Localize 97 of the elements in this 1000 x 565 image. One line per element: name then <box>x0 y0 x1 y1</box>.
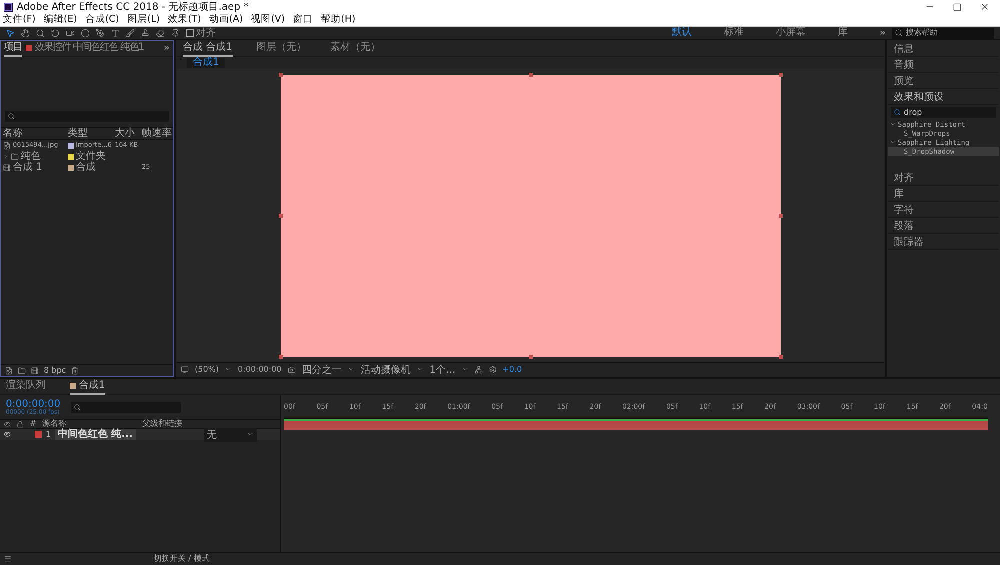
toggle-switches-modes-button[interactable]: 切换开关 / 模式 <box>154 555 210 563</box>
panel-header[interactable]: 字符 <box>888 202 999 218</box>
menu-item[interactable]: 帮助(H) <box>321 15 356 25</box>
project-item[interactable]: 纯色 <box>21 152 41 162</box>
app-logo-icon <box>4 2 13 12</box>
more-workspaces-button[interactable]: » <box>880 28 886 38</box>
column-header: # <box>30 420 37 428</box>
menu-item[interactable]: 编辑(E) <box>44 15 78 25</box>
type-tool-icon[interactable] <box>111 28 120 38</box>
viewer-tab[interactable]: 图层（无） <box>256 40 307 56</box>
snapshot-icon[interactable] <box>288 366 296 374</box>
image-file-icon <box>3 142 11 150</box>
project-search-icon[interactable] <box>8 113 15 120</box>
current-timecode[interactable]: 0:00:00:00 <box>6 398 61 410</box>
column-header[interactable]: 名称 <box>3 128 23 138</box>
menu-item[interactable]: 文件(F) <box>3 15 36 25</box>
caret-icon <box>416 366 424 373</box>
label-color-swatch[interactable] <box>35 431 42 438</box>
align-checkbox[interactable]: 对齐 <box>186 26 216 40</box>
panel-header[interactable]: 跟踪器 <box>888 234 999 250</box>
new-composition-icon[interactable] <box>31 366 39 374</box>
project-item[interactable]: 合成 1 <box>13 162 43 172</box>
resolution-dropdown[interactable]: 四分之一 <box>302 362 342 376</box>
views-dropdown[interactable]: 1个... <box>430 362 456 376</box>
visibility-icon <box>4 420 11 428</box>
panel-tab[interactable]: 效果控件 中间色红色 纯色1 <box>26 40 144 56</box>
column-header[interactable]: 帧速率 <box>142 128 172 138</box>
panel-header[interactable]: 预览 <box>888 73 999 89</box>
panel-header[interactable]: 对齐 <box>888 170 999 186</box>
effects-search-field[interactable]: drop <box>904 108 922 116</box>
zoom-dropdown[interactable]: (50%) <box>195 365 220 374</box>
camera-dropdown[interactable]: 活动摄像机 <box>360 362 411 376</box>
flowchart-icon[interactable] <box>474 366 483 374</box>
panel-overflow-button[interactable]: » <box>164 43 170 54</box>
menu-item[interactable]: 效果(T) <box>168 15 202 25</box>
settings-icon[interactable] <box>488 366 497 374</box>
composition-icon <box>3 164 11 172</box>
hand-tool-icon[interactable] <box>21 28 30 38</box>
eraser-tool-icon[interactable] <box>156 28 165 38</box>
lock-icon <box>17 420 24 428</box>
workspace-tab[interactable]: 小屏幕 <box>776 28 806 38</box>
item-type: 文件夹 <box>76 152 106 162</box>
new-folder-icon[interactable] <box>18 366 26 374</box>
panel-header[interactable]: 效果和预设 <box>888 89 999 105</box>
column-header: 源名称 <box>42 420 67 428</box>
composition-breadcrumb[interactable]: 合成1 <box>187 58 226 68</box>
panel-header[interactable]: 库 <box>888 186 999 202</box>
panel-header[interactable]: 音频 <box>888 57 999 73</box>
menu-item[interactable]: 动画(A) <box>209 15 244 25</box>
caret-icon <box>348 366 355 373</box>
zoom-tool-icon[interactable] <box>36 28 45 38</box>
column-header[interactable]: 类型 <box>68 128 88 138</box>
parent-dropdown[interactable]: 无 <box>206 428 217 442</box>
rotate-tool-icon[interactable] <box>51 28 60 38</box>
camera-tool-icon[interactable] <box>66 28 75 38</box>
layer-index: 1 <box>46 430 52 438</box>
menu-item[interactable]: 窗口 <box>293 15 314 25</box>
panel-tab[interactable]: 项目 <box>4 40 22 56</box>
exposure-field[interactable]: +0.0 <box>502 365 522 374</box>
timeline-tab[interactable]: 渲染队列 <box>6 378 46 394</box>
pen-tool-icon[interactable] <box>96 28 105 38</box>
pin-tool-icon[interactable] <box>171 28 180 38</box>
layer-search-icon[interactable] <box>74 404 81 410</box>
timecode-field[interactable]: 0:00:00:00 <box>238 365 282 374</box>
stamp-tool-icon[interactable] <box>141 28 150 38</box>
window-title: Adobe After Effects CC 2018 - 无标题项目.aep * <box>17 2 249 12</box>
help-search-field[interactable]: 搜索帮助 <box>892 28 994 38</box>
layer-name[interactable]: 中间色红色 纯... <box>55 429 136 440</box>
folder-icon <box>11 152 19 160</box>
trash-icon[interactable] <box>71 366 80 374</box>
panel-header[interactable]: 信息 <box>888 41 999 57</box>
menu-item[interactable]: 合成(C) <box>85 15 120 25</box>
column-header: 父级和链接 <box>142 420 183 428</box>
selection-tool-icon[interactable] <box>6 28 15 38</box>
workspace-tab[interactable]: 库 <box>838 28 848 38</box>
menu-item[interactable]: 视图(V) <box>251 15 286 25</box>
caret-icon <box>225 366 232 373</box>
search-icon <box>895 29 903 37</box>
brush-tool-icon[interactable] <box>126 28 135 38</box>
caret-icon <box>462 366 469 373</box>
viewer-tab[interactable]: 素材（无） <box>330 40 381 56</box>
visibility-toggle-icon[interactable] <box>4 431 11 438</box>
panel-toggle-icon[interactable] <box>4 555 12 563</box>
item-type: 合成 <box>76 162 96 172</box>
ellipse-tool-icon[interactable] <box>81 28 90 38</box>
maximize-icon[interactable] <box>953 2 962 12</box>
preview-icon[interactable] <box>181 366 189 374</box>
menu-item[interactable]: 图层(L) <box>127 15 160 25</box>
caret-icon <box>246 431 254 438</box>
workspace-tab[interactable]: 默认 <box>672 28 692 38</box>
timeline-tab[interactable]: 合成1 <box>70 378 106 394</box>
close-icon[interactable] <box>980 2 990 12</box>
search-icon <box>894 109 901 116</box>
color-depth-button[interactable]: 8 bpc <box>44 366 66 374</box>
panel-header[interactable]: 段落 <box>888 218 999 234</box>
column-header[interactable]: 大小 <box>115 128 135 138</box>
workspace-tab[interactable]: 标准 <box>724 28 744 38</box>
